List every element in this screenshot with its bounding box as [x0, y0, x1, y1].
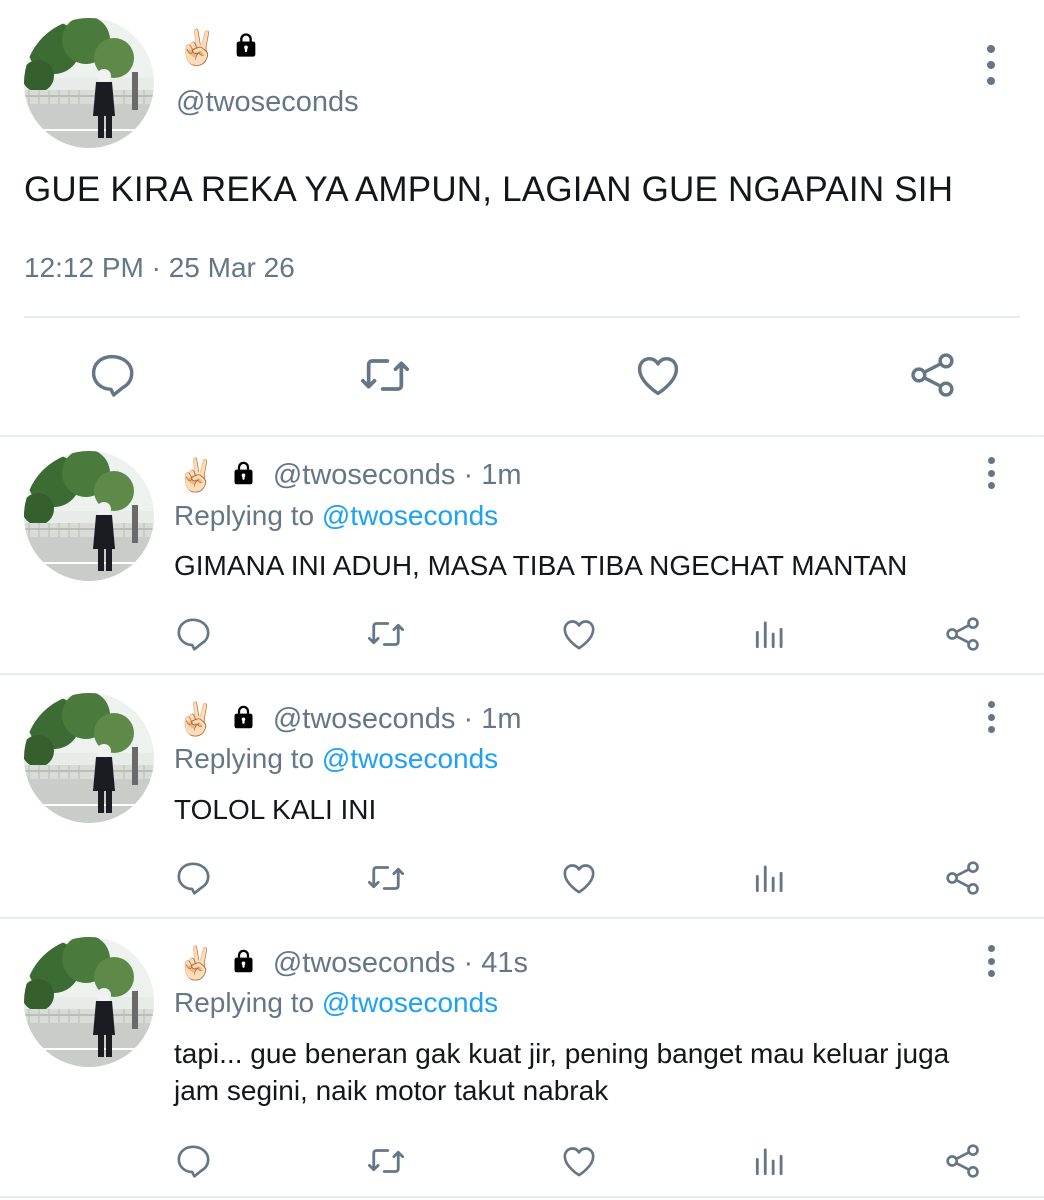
handle-and-time[interactable]: @twoseconds · 41s: [273, 947, 528, 980]
analytics-icon[interactable]: [745, 853, 795, 903]
display-name[interactable]: ✌🏻: [176, 703, 257, 736]
replying-mention-link[interactable]: @twoseconds: [322, 743, 498, 774]
like-icon[interactable]: [554, 1136, 604, 1186]
share-icon[interactable]: [903, 340, 963, 410]
share-icon[interactable]: [938, 1136, 988, 1186]
tweet-actions: [0, 340, 1044, 410]
handle-and-time[interactable]: @twoseconds · 1m: [273, 703, 522, 736]
victory-hand-emoji: ✌🏻: [176, 27, 219, 68]
avatar-image: [24, 693, 154, 823]
retweet-icon[interactable]: [361, 1136, 411, 1186]
reply-icon[interactable]: [82, 340, 142, 410]
avatar[interactable]: [24, 18, 154, 148]
replying-to: Replying to @twoseconds: [174, 743, 498, 775]
victory-hand-emoji: ✌🏻: [176, 456, 216, 494]
share-icon[interactable]: [938, 853, 988, 903]
replying-prefix: Replying to: [174, 500, 315, 531]
avatar[interactable]: [24, 693, 154, 823]
replying-to: Replying to @twoseconds: [174, 500, 498, 532]
reply-tweet[interactable]: ✌🏻 @twoseconds · 1m Replying to @twoseco…: [0, 677, 1044, 919]
tweet-text: GUE KIRA REKA YA AMPUN, LAGIAN GUE NGAPA…: [24, 170, 954, 209]
reply-header: ✌🏻 @twoseconds · 41s: [176, 941, 528, 985]
more-options-icon[interactable]: [981, 701, 1001, 733]
analytics-icon[interactable]: [745, 1136, 795, 1186]
share-icon[interactable]: [938, 609, 988, 659]
reply-header: ✌🏻 @twoseconds · 1m: [176, 453, 521, 497]
lock-icon: [230, 703, 257, 736]
replying-to: Replying to @twoseconds: [174, 987, 498, 1019]
reply-header: ✌🏻 @twoseconds · 1m: [176, 697, 521, 741]
reply-tweet[interactable]: ✌🏻 @twoseconds · 1m Replying to @twoseco…: [0, 439, 1044, 675]
avatar-image: [24, 18, 154, 148]
display-name[interactable]: ✌🏻: [176, 30, 260, 65]
more-options-icon[interactable]: [981, 457, 1001, 489]
avatar[interactable]: [24, 937, 154, 1067]
reply-text: GIMANA INI ADUH, MASA TIBA TIBA NGECHAT …: [174, 550, 908, 581]
lock-icon: [232, 30, 260, 65]
analytics-icon[interactable]: [745, 609, 795, 659]
retweet-icon[interactable]: [361, 853, 411, 903]
reply-text: TOLOL KALI INI: [174, 794, 377, 825]
handle-and-time[interactable]: @twoseconds · 1m: [273, 459, 522, 492]
lock-icon: [230, 947, 257, 980]
more-options-icon[interactable]: [981, 945, 1001, 977]
retweet-icon[interactable]: [361, 609, 411, 659]
like-icon[interactable]: [628, 340, 688, 410]
retweet-icon[interactable]: [355, 340, 415, 410]
main-tweet: ✌🏻 @twoseconds GUE KIRA REKA YA AMPUN, L…: [0, 0, 1044, 437]
reply-tweet[interactable]: ✌🏻 @twoseconds · 41s Replying to @twosec…: [0, 921, 1044, 1198]
tweet-timestamp[interactable]: 12:12 PM · 25 Mar 26: [24, 252, 295, 284]
replying-mention-link[interactable]: @twoseconds: [322, 987, 498, 1018]
reply-actions: [0, 1136, 1044, 1186]
avatar-image: [24, 451, 154, 581]
replying-prefix: Replying to: [174, 987, 315, 1018]
like-icon[interactable]: [554, 609, 604, 659]
like-icon[interactable]: [554, 853, 604, 903]
divider: [24, 316, 1020, 318]
replying-mention-link[interactable]: @twoseconds: [322, 500, 498, 531]
replying-prefix: Replying to: [174, 743, 315, 774]
victory-hand-emoji: ✌🏻: [176, 700, 216, 738]
reply-actions: [0, 853, 1044, 903]
reply-icon[interactable]: [168, 1136, 218, 1186]
display-name[interactable]: ✌🏻: [176, 947, 257, 980]
avatar[interactable]: [24, 451, 154, 581]
more-options-icon[interactable]: [981, 45, 1001, 85]
reply-icon[interactable]: [168, 609, 218, 659]
reply-actions: [0, 609, 1044, 659]
reply-text: tapi... gue beneran gak kuat jir, pening…: [174, 1038, 950, 1106]
user-handle[interactable]: @twoseconds: [176, 86, 359, 119]
reply-icon[interactable]: [168, 853, 218, 903]
avatar-image: [24, 937, 154, 1067]
victory-hand-emoji: ✌🏻: [176, 944, 216, 982]
display-name[interactable]: ✌🏻: [176, 459, 257, 492]
lock-icon: [230, 459, 257, 492]
